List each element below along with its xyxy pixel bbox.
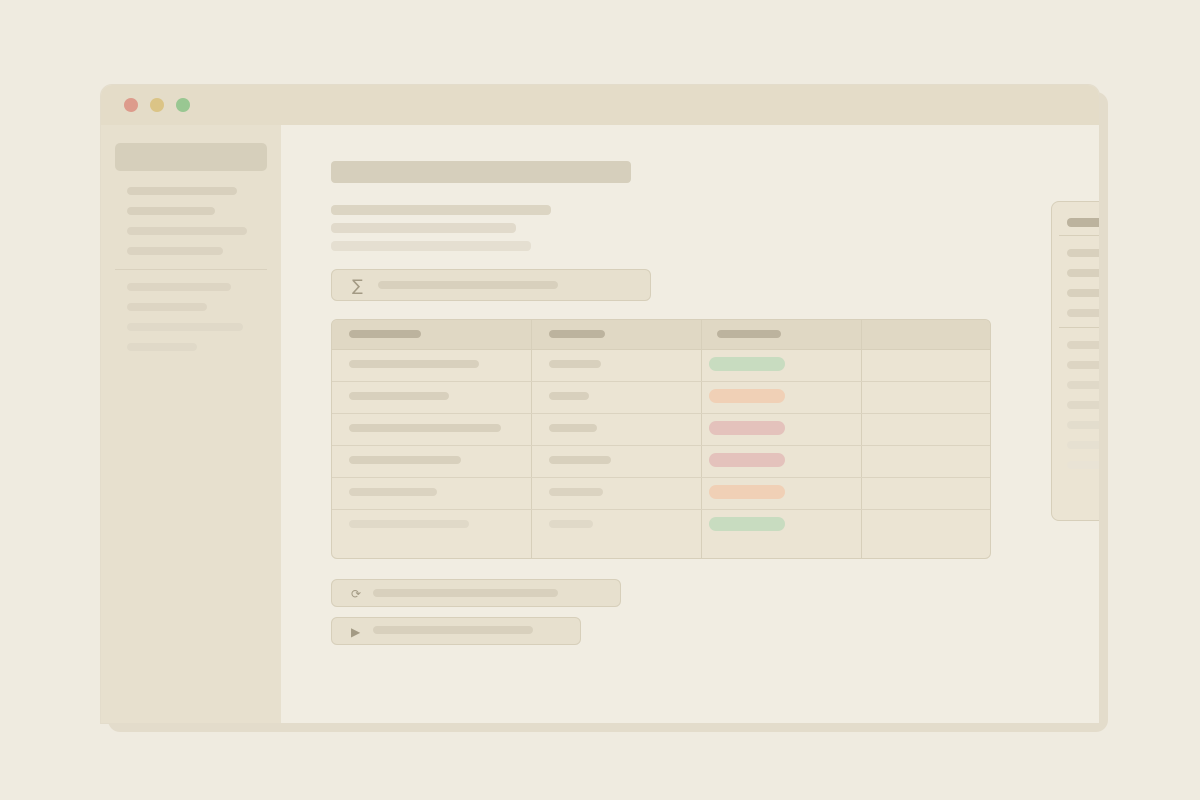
row-divider xyxy=(332,445,990,446)
table-header xyxy=(332,320,990,350)
status-badge xyxy=(709,357,785,371)
cell-value xyxy=(549,424,597,432)
row-divider xyxy=(332,477,990,478)
panel-divider xyxy=(1059,327,1099,328)
panel-item[interactable] xyxy=(1067,269,1099,277)
description-line xyxy=(331,205,551,215)
panel-item[interactable] xyxy=(1067,421,1099,429)
floating-panel xyxy=(1051,201,1099,521)
sidebar-item[interactable] xyxy=(127,247,223,255)
title-bar xyxy=(101,85,1099,125)
close-window-button[interactable] xyxy=(124,98,138,112)
sidebar-item[interactable] xyxy=(127,227,247,235)
description-line xyxy=(331,223,516,233)
panel-item[interactable] xyxy=(1067,361,1099,369)
cell-name xyxy=(349,360,479,368)
page-title xyxy=(331,161,631,183)
play-icon: ▶ xyxy=(351,625,361,639)
data-table xyxy=(331,319,991,559)
description-line xyxy=(331,241,531,251)
cell-name xyxy=(349,456,461,464)
formula-placeholder xyxy=(378,281,558,289)
column-divider xyxy=(701,320,702,558)
panel-item[interactable] xyxy=(1067,341,1099,349)
cell-name xyxy=(349,392,449,400)
cell-name xyxy=(349,520,469,528)
cell-name xyxy=(349,488,437,496)
status-badge xyxy=(709,517,785,531)
formula-input[interactable]: ∑ xyxy=(331,269,651,301)
panel-item[interactable] xyxy=(1067,309,1099,317)
status-badge xyxy=(709,453,785,467)
panel-item[interactable] xyxy=(1067,381,1099,389)
sidebar-item[interactable] xyxy=(127,187,237,195)
cell-value xyxy=(549,488,603,496)
refresh-icon: ⟳ xyxy=(351,587,362,601)
sidebar-item[interactable] xyxy=(127,283,231,291)
panel-item[interactable] xyxy=(1067,401,1099,409)
row-divider xyxy=(332,381,990,382)
sidebar-item[interactable] xyxy=(127,207,215,215)
sidebar-item[interactable] xyxy=(127,323,243,331)
cell-value xyxy=(549,360,601,368)
refresh-button[interactable]: ⟳ xyxy=(331,579,621,607)
panel-title xyxy=(1067,218,1099,227)
sidebar-item[interactable] xyxy=(127,343,197,351)
column-header[interactable] xyxy=(349,330,421,338)
sidebar-header[interactable] xyxy=(115,143,267,171)
row-divider xyxy=(332,509,990,510)
column-divider xyxy=(861,320,862,558)
cell-name xyxy=(349,424,501,432)
run-button[interactable]: ▶ xyxy=(331,617,581,645)
maximize-window-button[interactable] xyxy=(176,98,190,112)
status-badge xyxy=(709,485,785,499)
panel-item[interactable] xyxy=(1067,461,1099,469)
main-content: ∑ ⟳ ▶ xyxy=(281,125,1099,723)
column-divider xyxy=(531,320,532,558)
panel-item[interactable] xyxy=(1067,249,1099,257)
cell-value xyxy=(549,520,593,528)
column-header[interactable] xyxy=(717,330,781,338)
cell-value xyxy=(549,392,589,400)
button-label xyxy=(373,626,533,634)
app-window: ∑ ⟳ ▶ xyxy=(100,84,1100,724)
panel-divider xyxy=(1059,235,1099,236)
sidebar-divider xyxy=(115,269,267,270)
sidebar-item[interactable] xyxy=(127,303,207,311)
button-label xyxy=(373,589,558,597)
column-header[interactable] xyxy=(549,330,605,338)
cell-value xyxy=(549,456,611,464)
status-badge xyxy=(709,421,785,435)
sidebar xyxy=(101,125,281,723)
sum-icon: ∑ xyxy=(352,276,363,295)
panel-item[interactable] xyxy=(1067,441,1099,449)
panel-item[interactable] xyxy=(1067,289,1099,297)
status-badge xyxy=(709,389,785,403)
minimize-window-button[interactable] xyxy=(150,98,164,112)
row-divider xyxy=(332,413,990,414)
